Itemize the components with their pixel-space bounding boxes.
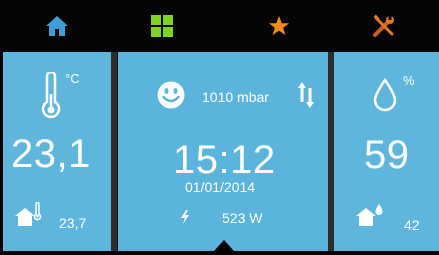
- indoor-temperature-icon: [15, 202, 42, 226]
- humidity-unit: %: [403, 73, 415, 88]
- favorites-button[interactable]: [259, 8, 299, 44]
- outdoor-temperature-value: 23,1: [11, 132, 91, 176]
- clock-panel[interactable]: 1010 mbar 15:12 01/01/2014 523 W: [118, 52, 328, 251]
- humidity-panel[interactable]: % 59 42: [334, 52, 439, 251]
- outdoor-humidity-value: 59: [364, 133, 410, 177]
- grid-icon: [151, 15, 173, 37]
- bottom-bar: [0, 251, 439, 255]
- indoor-humidity-icon: [356, 204, 383, 226]
- home-icon: [46, 16, 68, 36]
- settings-button[interactable]: [364, 8, 404, 44]
- humidity-drop-icon: [373, 78, 397, 112]
- pressure-value: 1010 mbar: [202, 89, 269, 105]
- temperature-panel[interactable]: °C 23,1 23,7: [3, 52, 111, 251]
- home-button[interactable]: [37, 8, 77, 44]
- indoor-temperature-value: 23,7: [59, 215, 87, 231]
- pressure-trend-icon: [298, 82, 314, 108]
- tools-icon: [373, 14, 394, 37]
- grid-menu-button[interactable]: [142, 8, 182, 44]
- star-icon: [268, 15, 290, 36]
- thermometer-icon: [41, 72, 61, 119]
- smiley-icon: [157, 81, 185, 109]
- power-value: 523 W: [222, 210, 263, 226]
- indoor-humidity-value: 42: [404, 217, 420, 233]
- clock-time: 15:12: [173, 138, 276, 182]
- power-icon: [181, 210, 189, 224]
- selected-panel-indicator: [214, 240, 234, 251]
- top-navigation-bar: [0, 0, 439, 52]
- panel-divider: [111, 52, 117, 251]
- clock-date: 01/01/2014: [185, 179, 256, 195]
- temperature-unit: °C: [65, 71, 80, 86]
